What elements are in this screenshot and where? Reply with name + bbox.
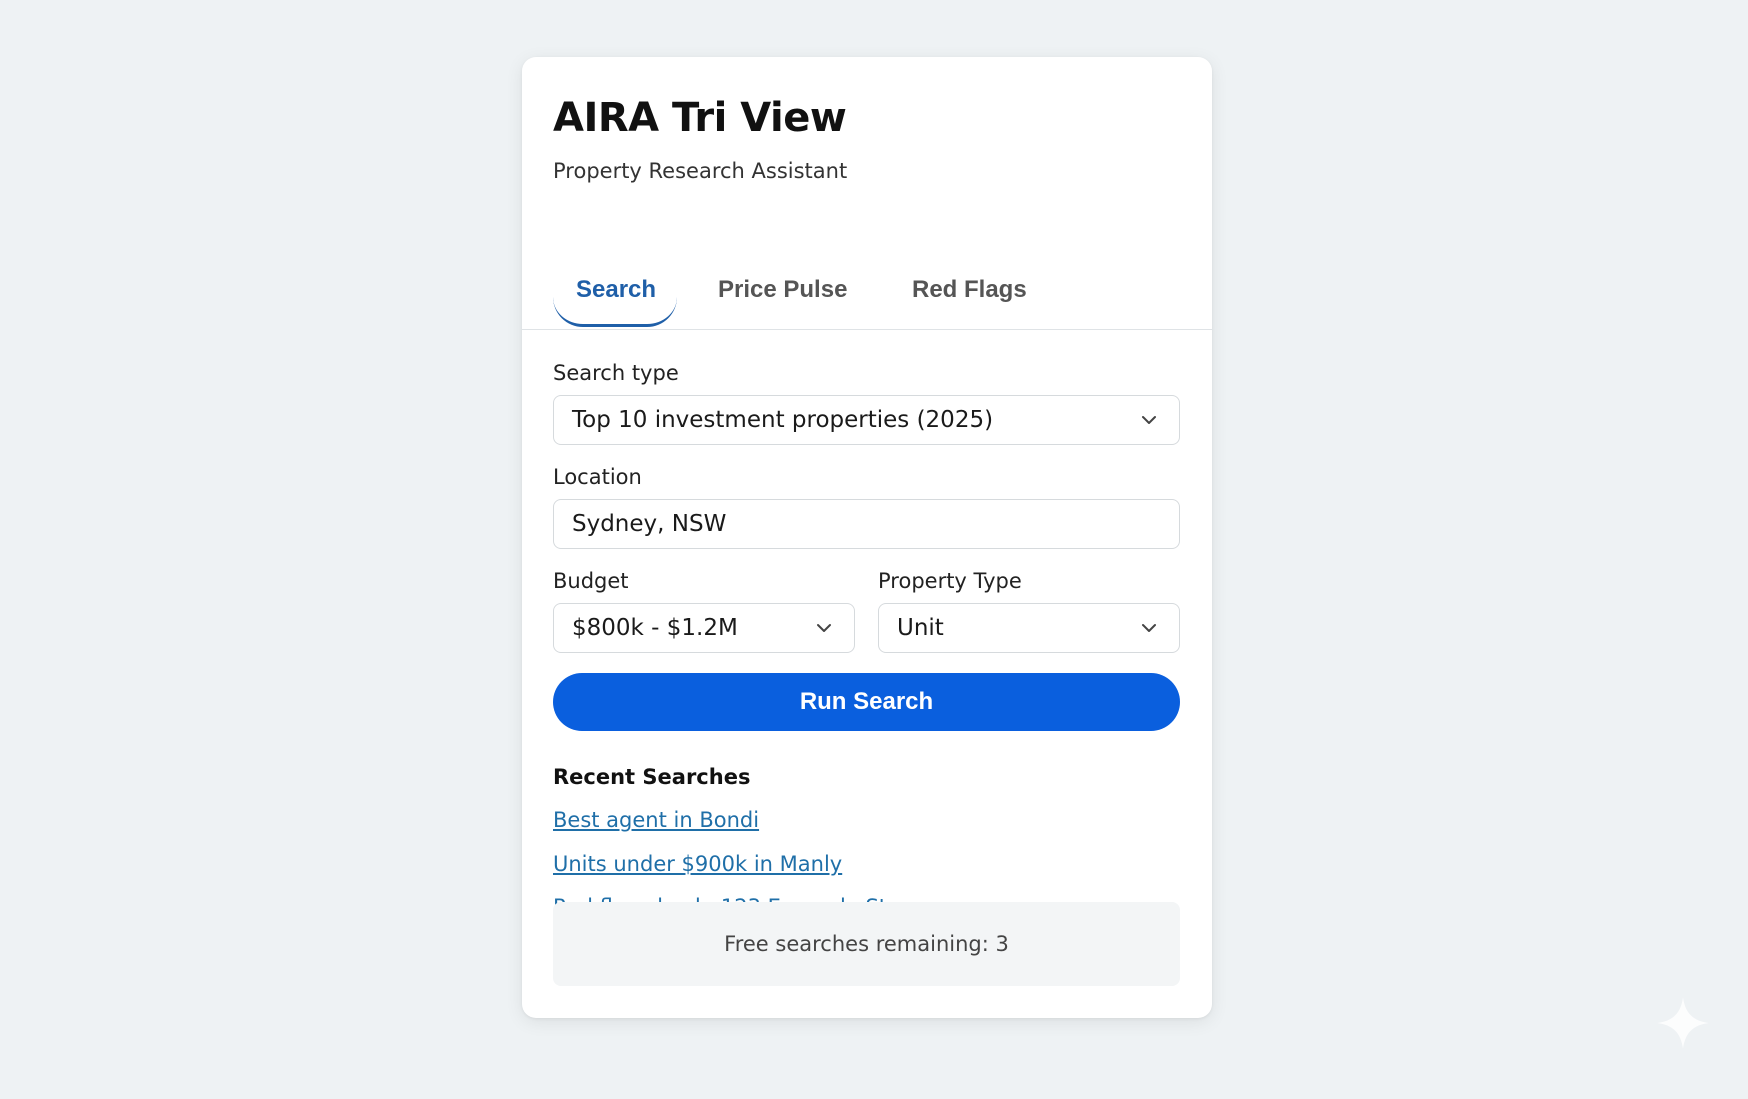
budget-label: Budget <box>553 569 629 593</box>
property-type-value: Unit <box>897 615 944 641</box>
chevron-down-icon <box>1142 416 1156 424</box>
property-type-label: Property Type <box>878 569 1022 593</box>
location-value: Sydney, NSW <box>572 511 727 537</box>
free-searches-remaining-text: Free searches remaining: 3 <box>724 932 1009 956</box>
tab-price-pulse[interactable]: Price Pulse <box>718 276 847 304</box>
search-type-value: Top 10 investment properties (2025) <box>572 407 994 433</box>
search-type-label: Search type <box>553 361 679 385</box>
location-input[interactable]: Sydney, NSW <box>553 499 1180 549</box>
app-card: AIRA Tri View Property Research Assistan… <box>522 57 1212 1018</box>
property-type-select[interactable]: Unit <box>878 603 1180 653</box>
location-label: Location <box>553 465 642 489</box>
budget-select[interactable]: $800k - $1.2M <box>553 603 855 653</box>
recent-searches-title: Recent Searches <box>553 765 751 789</box>
budget-value: $800k - $1.2M <box>572 615 738 641</box>
tab-bar: Search Price Pulse Red Flags <box>522 257 1212 330</box>
tab-red-flags[interactable]: Red Flags <box>912 276 1027 304</box>
chevron-down-icon <box>1142 624 1156 632</box>
app-subtitle: Property Research Assistant <box>553 159 848 183</box>
free-searches-remaining-banner: Free searches remaining: 3 <box>553 902 1180 986</box>
tab-search[interactable]: Search <box>576 276 656 304</box>
recent-search-link[interactable]: Best agent in Bondi <box>553 808 759 832</box>
page-background: AIRA Tri View Property Research Assistan… <box>0 0 1748 1099</box>
search-type-select[interactable]: Top 10 investment properties (2025) <box>553 395 1180 445</box>
sparkle-icon <box>1657 997 1709 1049</box>
app-title: AIRA Tri View <box>553 95 847 141</box>
run-search-button[interactable]: Run Search <box>553 673 1180 731</box>
chevron-down-icon <box>817 624 831 632</box>
recent-search-link[interactable]: Units under $900k in Manly <box>553 852 842 876</box>
